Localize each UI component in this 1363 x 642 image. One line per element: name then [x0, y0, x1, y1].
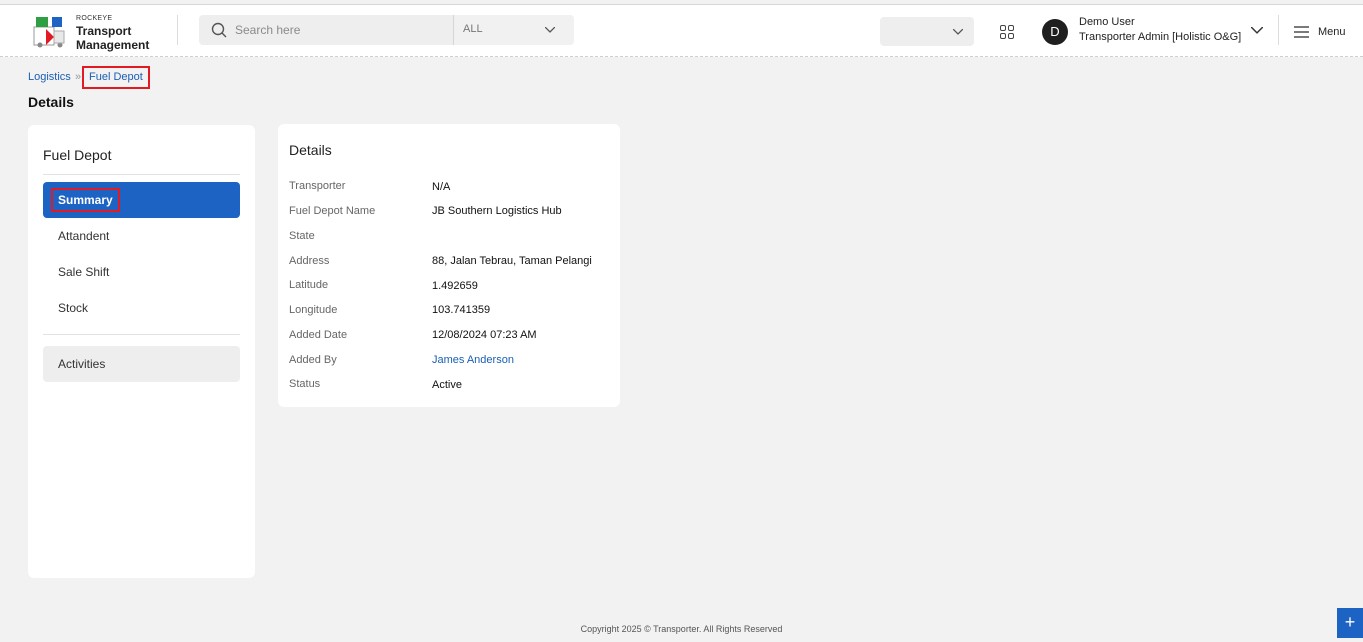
sidebar-title: Fuel Depot [43, 147, 112, 163]
sidebar-item-label: Stock [58, 301, 89, 315]
apps-grid-icon[interactable] [1000, 25, 1014, 39]
detail-value-longitude: 103.741359 [432, 304, 491, 316]
global-search: ALL [199, 15, 574, 45]
sidebar-item-activities[interactable]: Activities [43, 346, 240, 382]
header-divider [1278, 15, 1279, 45]
detail-value-transporter: N/A [432, 181, 451, 193]
detail-label-transporter: Transporter [289, 180, 346, 192]
header-divider [177, 15, 178, 45]
detail-value-latitude: 1.492659 [432, 280, 478, 292]
sidebar-item-summary[interactable]: Summary [43, 182, 240, 218]
breadcrumb-logistics[interactable]: Logistics [28, 71, 71, 83]
detail-label-state: State [289, 230, 315, 242]
logo-title-line2: Management [76, 38, 150, 52]
sidebar-divider [43, 334, 240, 335]
search-scope-value: ALL [463, 23, 483, 35]
detail-label-added-by: Added By [289, 354, 337, 366]
logo-title-line1: Transport [76, 24, 132, 38]
search-icon [211, 22, 227, 38]
detail-value-added-date: 12/08/2024 07:23 AM [432, 329, 537, 341]
breadcrumb-separator: » [75, 71, 82, 83]
detail-label-status: Status [289, 378, 321, 390]
sidebar-item-label: Attandent [58, 229, 110, 243]
detail-label-address: Address [289, 255, 330, 267]
app-logo[interactable]: ROCKEYE Transport Management [32, 15, 162, 52]
detail-label-added-date: Added Date [289, 329, 348, 341]
avatar[interactable]: D [1042, 19, 1068, 45]
details-title: Details [289, 142, 332, 158]
sidebar-item-label: Sale Shift [58, 265, 110, 279]
menu-label: Menu [1318, 26, 1346, 38]
sidebar-item-label: Activities [58, 357, 106, 371]
logo-icon [33, 17, 65, 48]
sidebar-item-attandent[interactable]: Attandent [43, 218, 240, 254]
chevron-down-icon [953, 29, 963, 35]
organization-select[interactable] [880, 17, 974, 46]
breadcrumb-current[interactable]: Fuel Depot [82, 66, 150, 89]
sidebar-item-label: Summary [51, 188, 120, 212]
chevron-down-icon [545, 27, 555, 33]
sidebar-panel: Fuel Depot Summary Attandent Sale Shift … [28, 125, 255, 578]
add-button[interactable]: + [1337, 608, 1363, 638]
detail-label-latitude: Latitude [289, 279, 329, 291]
search-input[interactable] [235, 19, 445, 41]
detail-value-added-by-link[interactable]: James Anderson [432, 354, 514, 366]
logo-brand: ROCKEYE [76, 15, 113, 22]
sidebar-divider [43, 174, 240, 175]
detail-value-fuel-depot-name: JB Southern Logistics Hub [432, 205, 562, 217]
hamburger-icon [1294, 26, 1309, 38]
top-header: ROCKEYE Transport Management ALL D Demo … [0, 4, 1363, 57]
detail-label-longitude: Longitude [289, 304, 338, 316]
search-scope-select[interactable]: ALL [453, 15, 574, 45]
sidebar-item-stock[interactable]: Stock [43, 290, 240, 326]
user-name[interactable]: Demo User [1079, 16, 1135, 28]
user-role[interactable]: Transporter Admin [Holistic O&G] [1079, 31, 1241, 43]
footer-copyright: Copyright 2025 © Transporter. All Rights… [580, 624, 783, 634]
detail-label-fuel-depot-name: Fuel Depot Name [289, 205, 376, 217]
details-panel: Details Transporter N/A Fuel Depot Name … [278, 124, 620, 407]
sidebar-item-sale-shift[interactable]: Sale Shift [43, 254, 240, 290]
detail-value-status: Active [432, 379, 462, 391]
detail-value-address: 88, Jalan Tebrau, Taman Pelangi [432, 255, 592, 267]
page-title: Details [28, 94, 74, 110]
user-menu-chevron-icon[interactable] [1251, 27, 1263, 34]
